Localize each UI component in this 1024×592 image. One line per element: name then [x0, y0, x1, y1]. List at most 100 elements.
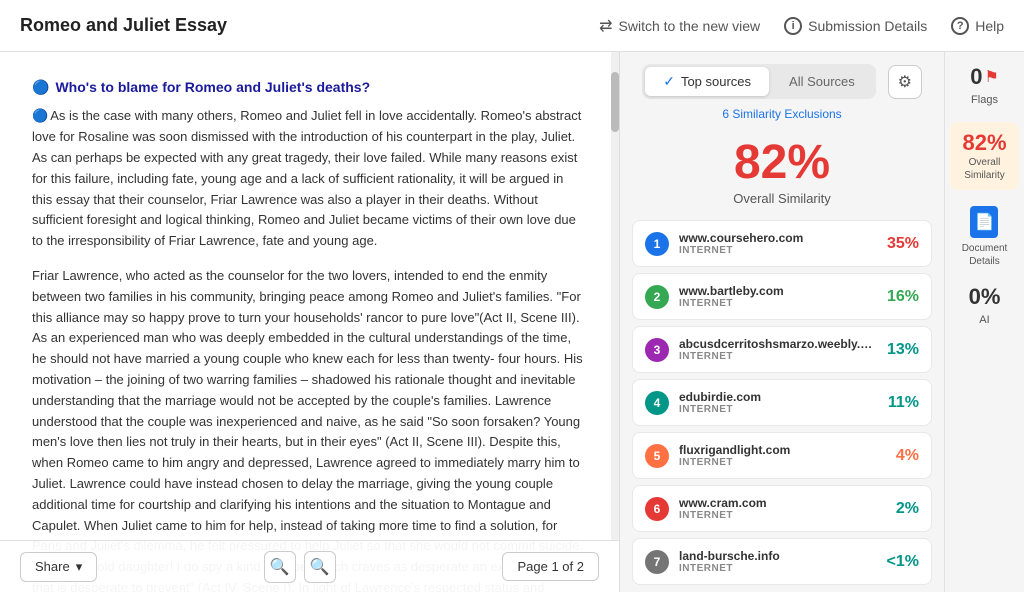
check-icon: ✓ — [663, 73, 675, 90]
help-button[interactable]: ? Help — [951, 17, 1004, 35]
settings-button[interactable]: ⚙ — [888, 65, 922, 99]
source-item-4[interactable]: 4 edubirdie.com INTERNET 11% — [632, 379, 932, 426]
source-type-6: INTERNET — [679, 510, 886, 521]
source-url-7: land-bursche.info — [679, 549, 877, 563]
source-item-7[interactable]: 7 land-bursche.info INTERNET <1% — [632, 538, 932, 585]
switch-icon: ⇄ — [599, 16, 612, 36]
source-number-6: 6 — [645, 497, 669, 521]
source-url-3: abcusdcerritoshsmarzo.weebly.com — [679, 337, 877, 351]
heading-marker: 🔵 — [32, 76, 49, 98]
similarity-percent: 82% — [620, 139, 944, 187]
source-number-1: 1 — [645, 232, 669, 256]
para1-text: As is the case with many others, Romeo a… — [32, 108, 581, 248]
source-item-3[interactable]: 3 abcusdcerritoshsmarzo.weebly.com INTER… — [632, 326, 932, 373]
source-info-1: www.coursehero.com INTERNET — [679, 231, 877, 256]
source-item-6[interactable]: 6 www.cram.com INTERNET 2% — [632, 485, 932, 532]
header-actions: ⇄ Switch to the new view i Submission De… — [599, 16, 1004, 36]
doc-paragraph-1: 🔵As is the case with many others, Romeo … — [32, 106, 587, 252]
source-pct-6: 2% — [896, 500, 919, 518]
share-button[interactable]: Share ▾ — [20, 552, 97, 582]
similarity-box: 82% Overall Similarity — [620, 129, 944, 220]
ai-badge: 0% AI — [969, 284, 1001, 326]
source-info-6: www.cram.com INTERNET — [679, 496, 886, 521]
source-type-1: INTERNET — [679, 245, 877, 256]
source-info-3: abcusdcerritoshsmarzo.weebly.com INTERNE… — [679, 337, 877, 362]
source-type-7: INTERNET — [679, 563, 877, 574]
app-header: Romeo and Juliet Essay ⇄ Switch to the n… — [0, 0, 1024, 52]
tab-top-sources[interactable]: ✓ Top sources — [645, 67, 769, 96]
source-url-2: www.bartleby.com — [679, 284, 877, 298]
source-url-6: www.cram.com — [679, 496, 886, 510]
switch-view-button[interactable]: ⇄ Switch to the new view — [599, 16, 760, 36]
source-item-2[interactable]: 2 www.bartleby.com INTERNET 16% — [632, 273, 932, 320]
overall-label: OverallSimilarity — [964, 156, 1005, 182]
submission-details-label: Submission Details — [808, 18, 927, 34]
source-number-5: 5 — [645, 444, 669, 468]
source-info-5: fluxrigandlight.com INTERNET — [679, 443, 886, 468]
submission-details-button[interactable]: i Submission Details — [784, 17, 927, 35]
document-panel: 🔵 Who's to blame for Romeo and Juliet's … — [0, 52, 620, 592]
source-type-3: INTERNET — [679, 351, 877, 362]
zoom-controls: 🔍 🔍 — [264, 551, 336, 583]
zoom-out-button[interactable]: 🔍 — [264, 551, 296, 583]
page-title: Romeo and Juliet Essay — [20, 15, 227, 36]
source-url-4: edubirdie.com — [679, 390, 878, 404]
all-sources-label: All Sources — [789, 74, 855, 89]
source-number-2: 2 — [645, 285, 669, 309]
source-info-2: www.bartleby.com INTERNET — [679, 284, 877, 309]
help-label: Help — [975, 18, 1004, 34]
document-toolbar: Share ▾ 🔍 🔍 Page 1 of 2 — [0, 540, 619, 592]
exclusions-bar[interactable]: 6 Similarity Exclusions — [620, 99, 944, 129]
flags-badge: 0 ⚑ Flags — [970, 64, 999, 106]
exclusions-label: 6 Similarity Exclusions — [722, 107, 841, 121]
doc-file-icon: 📄 — [975, 212, 995, 232]
para1-marker: 🔵 — [32, 108, 48, 123]
source-pct-1: 35% — [887, 235, 919, 253]
ai-label: AI — [979, 314, 989, 326]
heading-text: Who's to blame for Romeo and Juliet's de… — [55, 76, 370, 98]
gear-icon: ⚙ — [898, 72, 912, 92]
source-number-3: 3 — [645, 338, 669, 362]
source-pct-4: 11% — [888, 394, 919, 412]
scroll-bar — [611, 52, 619, 592]
sources-header: ✓ Top sources All Sources ⚙ — [620, 52, 944, 99]
document-scroll[interactable]: 🔵 Who's to blame for Romeo and Juliet's … — [0, 52, 619, 592]
flags-label: Flags — [971, 94, 998, 106]
source-number-4: 4 — [645, 391, 669, 415]
info-icon: i — [784, 17, 802, 35]
doc-details-label: DocumentDetails — [962, 242, 1008, 268]
tab-all-sources[interactable]: All Sources — [771, 67, 873, 96]
source-url-5: fluxrigandlight.com — [679, 443, 886, 457]
source-item-1[interactable]: 1 www.coursehero.com INTERNET 35% — [632, 220, 932, 267]
switch-view-label: Switch to the new view — [619, 18, 761, 34]
source-pct-7: <1% — [887, 553, 919, 571]
source-pct-2: 16% — [887, 288, 919, 306]
tab-group: ✓ Top sources All Sources — [642, 64, 876, 99]
chevron-down-icon: ▾ — [76, 559, 83, 575]
flags-value: 0 — [970, 64, 982, 90]
source-url-1: www.coursehero.com — [679, 231, 877, 245]
similarity-label: Overall Similarity — [620, 191, 944, 206]
source-pct-3: 13% — [887, 341, 919, 359]
doc-heading: 🔵 Who's to blame for Romeo and Juliet's … — [32, 76, 587, 98]
source-type-4: INTERNET — [679, 404, 878, 415]
source-number-7: 7 — [645, 550, 669, 574]
source-item-5[interactable]: 5 fluxrigandlight.com INTERNET 4% — [632, 432, 932, 479]
ai-value: 0% — [969, 284, 1001, 310]
source-type-2: INTERNET — [679, 298, 877, 309]
overall-similarity-badge[interactable]: 82% OverallSimilarity — [950, 122, 1018, 190]
side-badges: 0 ⚑ Flags 82% OverallSimilarity 📄 Docume… — [944, 52, 1024, 592]
main-area: 🔵 Who's to blame for Romeo and Juliet's … — [0, 52, 1024, 592]
flag-icon: ⚑ — [984, 67, 998, 87]
document-details-badge[interactable]: 📄 DocumentDetails — [962, 206, 1008, 268]
share-label: Share — [35, 559, 70, 574]
zoom-in-button[interactable]: 🔍 — [304, 551, 336, 583]
scroll-thumb[interactable] — [611, 72, 619, 132]
document-icon: 📄 — [970, 206, 998, 238]
source-info-7: land-bursche.info INTERNET — [679, 549, 877, 574]
right-panel: ✓ Top sources All Sources ⚙ 6 Similarity… — [620, 52, 944, 592]
overall-value: 82% — [962, 130, 1006, 156]
source-pct-5: 4% — [896, 447, 919, 465]
sources-list[interactable]: 1 www.coursehero.com INTERNET 35% 2 www.… — [620, 220, 944, 592]
page-indicator: Page 1 of 2 — [502, 552, 599, 581]
